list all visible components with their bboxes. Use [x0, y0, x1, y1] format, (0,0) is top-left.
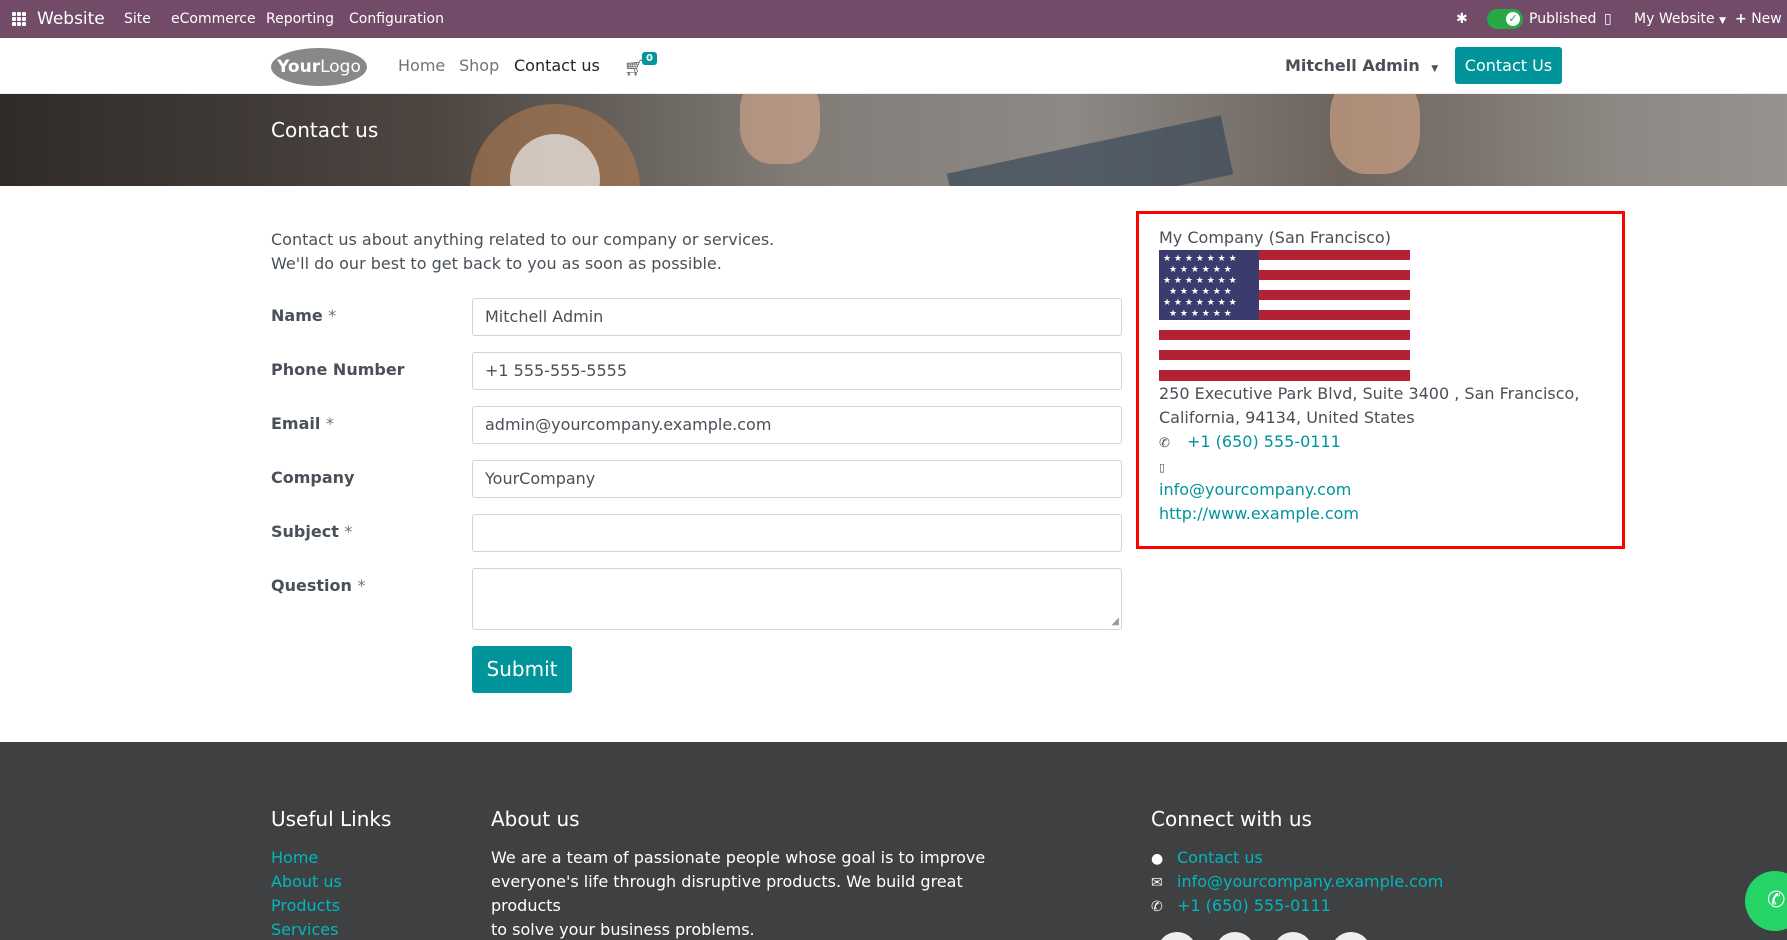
banner-image-hand	[740, 94, 820, 164]
menu-ecommerce[interactable]: eCommerce	[171, 0, 256, 38]
envelope-icon: ✉	[1151, 875, 1163, 891]
us-flag-icon: ★ ★ ★ ★ ★ ★ ★ ★ ★ ★ ★ ★ ★ ★ ★ ★ ★ ★ ★ ★ …	[1159, 250, 1410, 381]
website-label: My Website	[1634, 11, 1715, 27]
company-email-row: info@yourcompany.com	[1159, 480, 1351, 499]
contact-us-button[interactable]: Contact Us	[1455, 47, 1562, 84]
about-line-3: to solve your business problems.	[491, 920, 755, 939]
useful-links-title: Useful Links	[271, 807, 392, 831]
connect-contact-link[interactable]: Contact us	[1177, 848, 1263, 867]
comment-icon: ●	[1151, 851, 1164, 867]
new-label: New	[1751, 11, 1782, 27]
app-name[interactable]: Website	[37, 0, 105, 38]
company-email-link[interactable]: info@yourcompany.com	[1159, 480, 1351, 499]
svg-text:★ ★ ★ ★ ★ ★ ★: ★ ★ ★ ★ ★ ★ ★	[1163, 298, 1237, 308]
company-input[interactable]: YourCompany	[472, 460, 1122, 498]
website-switcher[interactable]: My Website ▼	[1634, 0, 1726, 38]
mobile-icon: ▯	[1159, 461, 1166, 474]
nav-home[interactable]: Home	[398, 56, 445, 75]
site-navbar: YourLogo Home Shop Contact us 🛒︎ 0 Mitch…	[0, 38, 1787, 94]
phone-icon: ✆	[1159, 436, 1170, 451]
svg-text:★ ★ ★ ★ ★ ★ ★: ★ ★ ★ ★ ★ ★ ★	[1163, 276, 1237, 286]
plus-icon: +	[1735, 11, 1747, 27]
site-logo[interactable]: YourLogo	[271, 48, 367, 86]
social-icon[interactable]	[1215, 932, 1255, 940]
connect-phone-link[interactable]: +1 (650) 555-0111	[1177, 896, 1331, 915]
mobile-icon[interactable]: ▯	[1604, 0, 1612, 38]
question-textarea[interactable]: ◢	[472, 568, 1122, 630]
phone-label: Phone Number	[271, 360, 405, 379]
cart-count-badge: 0	[642, 52, 657, 65]
footer-link-products[interactable]: Products	[271, 896, 340, 915]
menu-reporting[interactable]: Reporting	[266, 0, 334, 38]
menu-site[interactable]: Site	[124, 0, 151, 38]
about-line-1: We are a team of passionate people whose…	[491, 848, 986, 867]
intro-line-1: Contact us about anything related to our…	[271, 230, 775, 249]
admin-topbar: Website Site eCommerce Reporting Configu…	[0, 0, 1787, 38]
social-icon[interactable]	[1273, 932, 1313, 940]
connect-email-row[interactable]: ✉ info@yourcompany.example.com	[1151, 872, 1443, 891]
nav-shop[interactable]: Shop	[459, 56, 499, 75]
bug-icon[interactable]: ✱	[1456, 0, 1468, 38]
published-label[interactable]: Published	[1529, 0, 1596, 38]
connect-phone-row[interactable]: ✆ +1 (650) 555-0111	[1151, 896, 1331, 915]
connect-contact-row[interactable]: ● Contact us	[1151, 848, 1263, 867]
caret-down-icon: ▼	[1431, 64, 1439, 74]
company-address-line-1: 250 Executive Park Blvd, Suite 3400 , Sa…	[1159, 384, 1580, 403]
company-phone-row: ✆ +1 (650) 555-0111	[1159, 432, 1341, 451]
check-icon: ✓	[1506, 12, 1520, 26]
publish-toggle[interactable]: ✓	[1487, 9, 1523, 29]
company-name: My Company (San Francisco)	[1159, 228, 1391, 247]
submit-button[interactable]: Submit	[472, 646, 572, 693]
menu-configuration[interactable]: Configuration	[349, 0, 444, 38]
social-icon[interactable]	[1331, 932, 1371, 940]
user-name: Mitchell Admin	[1285, 56, 1420, 75]
nav-contact-us[interactable]: Contact us	[514, 56, 600, 75]
about-line-2: everyone's life through disruptive produ…	[491, 872, 963, 915]
connect-title: Connect with us	[1151, 807, 1312, 831]
phone-icon: ✆	[1151, 899, 1163, 915]
email-input[interactable]: admin@yourcompany.example.com	[472, 406, 1122, 444]
subject-label: Subject *	[271, 522, 353, 541]
connect-email-link[interactable]: info@yourcompany.example.com	[1177, 872, 1443, 891]
svg-text:★ ★ ★ ★ ★ ★ ★: ★ ★ ★ ★ ★ ★ ★	[1163, 254, 1237, 264]
caret-down-icon: ▼	[1719, 16, 1726, 26]
about-us-title: About us	[491, 807, 580, 831]
resize-handle-icon[interactable]: ◢	[1111, 617, 1119, 627]
intro-line-2: We'll do our best to get back to you as …	[271, 254, 722, 273]
page-title: Contact us	[271, 118, 379, 142]
new-button[interactable]: + New	[1735, 0, 1782, 38]
company-address-line-2: California, 94134, United States	[1159, 408, 1415, 427]
name-input[interactable]: Mitchell Admin	[472, 298, 1122, 336]
svg-text:★ ★ ★ ★ ★ ★: ★ ★ ★ ★ ★ ★	[1169, 265, 1232, 275]
company-website-row: http://www.example.com	[1159, 504, 1359, 523]
subject-input[interactable]	[472, 514, 1122, 552]
apps-grid-icon[interactable]	[12, 12, 26, 26]
company-website-link[interactable]: http://www.example.com	[1159, 504, 1359, 523]
company-label: Company	[271, 468, 355, 487]
company-phone-link[interactable]: +1 (650) 555-0111	[1187, 432, 1341, 451]
footer-link-services[interactable]: Services	[271, 920, 338, 939]
company-mobile-row: ▯	[1159, 456, 1187, 475]
svg-text:★ ★ ★ ★ ★ ★: ★ ★ ★ ★ ★ ★	[1169, 309, 1232, 319]
user-menu[interactable]: Mitchell Admin ▼	[1285, 56, 1438, 75]
social-icons	[1157, 932, 1389, 940]
social-icon[interactable]	[1157, 932, 1197, 940]
footer-link-about-us[interactable]: About us	[271, 872, 342, 891]
svg-text:★ ★ ★ ★ ★ ★: ★ ★ ★ ★ ★ ★	[1169, 287, 1232, 297]
phone-input[interactable]: +1 555-555-5555	[472, 352, 1122, 390]
logo-text: Logo	[320, 57, 361, 77]
logo-text-bold: Your	[277, 57, 321, 77]
email-label: Email *	[271, 414, 334, 433]
banner-image-hand	[1330, 94, 1420, 174]
about-us-text: We are a team of passionate people whose…	[491, 846, 1011, 940]
page-banner: Contact us	[0, 94, 1787, 186]
question-label: Question *	[271, 576, 366, 595]
banner-image-tablet	[946, 115, 1234, 186]
site-footer: Useful Links Home About us Products Serv…	[0, 742, 1787, 940]
name-label: Name *	[271, 306, 337, 325]
footer-link-home[interactable]: Home	[271, 848, 318, 867]
form-intro: Contact us about anything related to our…	[271, 228, 774, 276]
